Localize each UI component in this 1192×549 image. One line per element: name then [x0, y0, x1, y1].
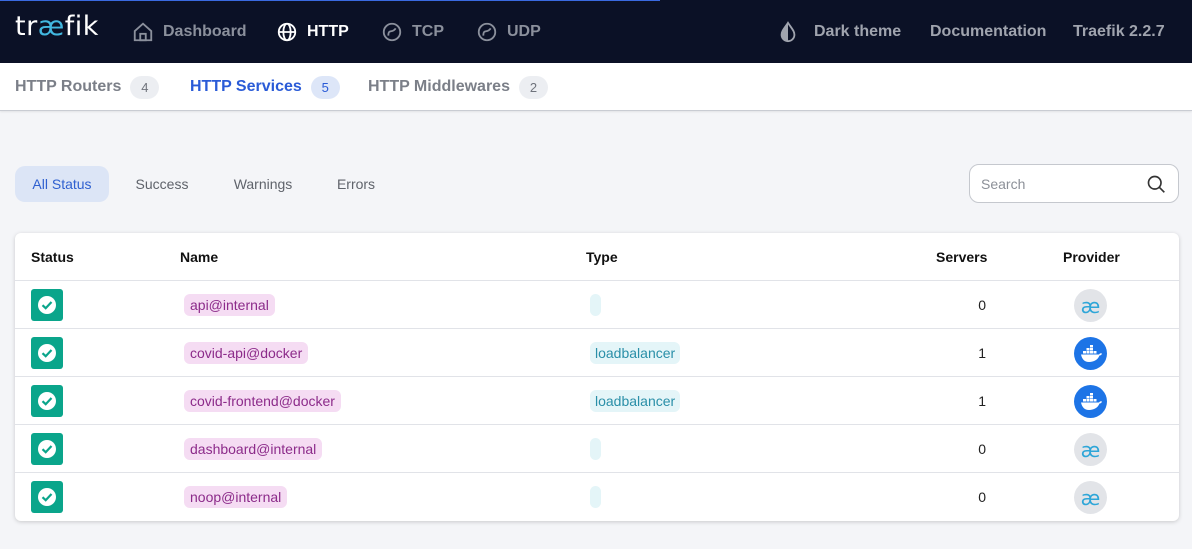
internal-provider-icon: æ: [1074, 289, 1107, 322]
middlewares-count-badge: 2: [518, 75, 548, 99]
docker-provider-icon: [1074, 337, 1107, 370]
header-type[interactable]: Type: [586, 233, 618, 281]
header-provider[interactable]: Provider: [1063, 233, 1120, 281]
filter-warnings[interactable]: Warnings: [217, 166, 309, 202]
success-status-icon: [31, 337, 63, 369]
filter-all-status[interactable]: All Status: [15, 166, 109, 202]
service-type: loadbalancer: [590, 390, 681, 412]
services-table: Status Name Type Servers Provider api@in…: [15, 233, 1179, 521]
servers-count: 0: [978, 297, 986, 313]
service-type: loadbalancer: [590, 342, 681, 364]
servers-count: 0: [978, 441, 986, 457]
table-row[interactable]: noop@internal 0 æ: [15, 473, 1179, 521]
http-subnav: HTTP Routers 4 HTTP Services 5 HTTP Midd…: [0, 63, 1192, 111]
dark-theme-toggle[interactable]: Dark theme: [777, 0, 901, 63]
tab-http-services[interactable]: HTTP Services 5: [190, 63, 340, 111]
traefik-logo[interactable]: træfik: [15, 11, 99, 42]
search-box: [969, 164, 1179, 203]
nav-tcp[interactable]: TCP: [381, 0, 444, 63]
table-row[interactable]: covid-frontend@docker loadbalancer 1: [15, 377, 1179, 425]
home-icon: [132, 21, 154, 43]
success-status-icon: [31, 385, 63, 417]
docker-provider-icon: [1074, 385, 1107, 418]
tcp-icon: [381, 21, 403, 43]
table-row[interactable]: covid-api@docker loadbalancer 1: [15, 329, 1179, 377]
servers-count: 1: [978, 345, 986, 361]
nav-udp[interactable]: UDP: [476, 0, 541, 63]
nav-dashboard[interactable]: Dashboard: [132, 0, 247, 63]
udp-icon: [476, 21, 498, 43]
service-name: dashboard@internal: [184, 438, 323, 460]
globe-icon: [276, 21, 298, 43]
success-status-icon: [31, 481, 63, 513]
service-name: api@internal: [184, 294, 275, 316]
service-type: [590, 438, 601, 460]
internal-provider-icon: æ: [1074, 433, 1107, 466]
theme-drop-icon: [777, 20, 799, 43]
header-servers[interactable]: Servers: [936, 233, 987, 281]
success-status-icon: [31, 289, 63, 321]
header-name[interactable]: Name: [180, 233, 218, 281]
routers-count-badge: 4: [130, 75, 160, 99]
table-header: Status Name Type Servers Provider: [15, 233, 1179, 281]
filter-errors[interactable]: Errors: [323, 166, 389, 202]
search-icon[interactable]: [1146, 174, 1166, 194]
search-input[interactable]: [981, 174, 1141, 194]
service-name: noop@internal: [184, 486, 288, 508]
table-row[interactable]: api@internal 0 æ: [15, 281, 1179, 329]
tab-http-routers[interactable]: HTTP Routers 4: [15, 63, 160, 111]
service-type: [590, 294, 601, 316]
documentation-link[interactable]: Documentation: [930, 0, 1046, 63]
success-status-icon: [31, 433, 63, 465]
internal-provider-icon: æ: [1074, 481, 1107, 514]
service-type: [590, 486, 601, 508]
top-navbar: træfik Dashboard HTTP TCP UDP Dark theme…: [0, 0, 1192, 63]
servers-count: 1: [978, 393, 986, 409]
version-label: Traefik 2.2.7: [1073, 22, 1165, 40]
services-count-badge: 5: [310, 75, 340, 99]
tab-http-middlewares[interactable]: HTTP Middlewares 2: [368, 63, 548, 111]
service-name: covid-frontend@docker: [184, 390, 341, 412]
filter-success[interactable]: Success: [121, 166, 203, 202]
header-status[interactable]: Status: [31, 233, 74, 281]
table-row[interactable]: dashboard@internal 0 æ: [15, 425, 1179, 473]
service-name: covid-api@docker: [184, 342, 309, 364]
servers-count: 0: [978, 489, 986, 505]
nav-http[interactable]: HTTP: [276, 0, 349, 63]
